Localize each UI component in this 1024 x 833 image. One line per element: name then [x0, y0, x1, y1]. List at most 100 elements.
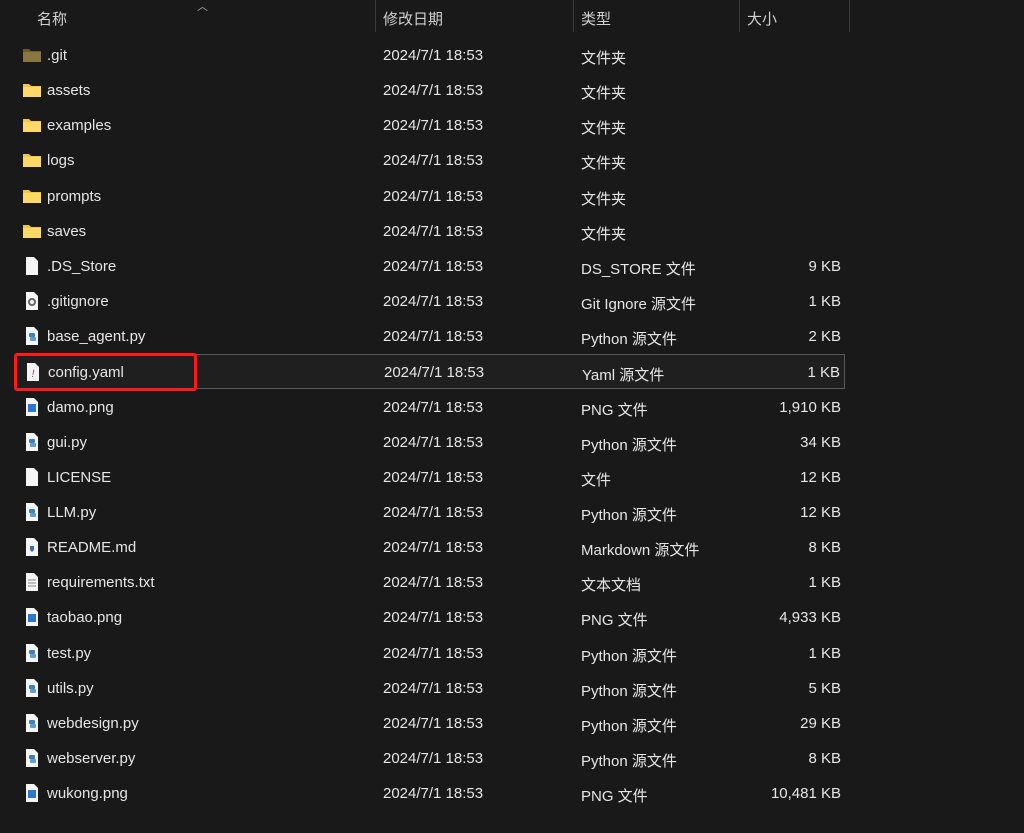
file-name: wukong.png	[47, 785, 128, 803]
file-row[interactable]: logs 2024/7/1 18:53 文件夹	[16, 143, 845, 178]
file-type: PNG 文件	[581, 788, 648, 806]
file-name: LLM.py	[47, 503, 97, 521]
file-date: 2024/7/1 18:53	[383, 117, 484, 135]
column-name[interactable]: 名称	[37, 8, 67, 29]
file-type: 文件夹	[581, 190, 627, 208]
file-row[interactable]: LLM.py 2024/7/1 18:53 Python 源文件 12 KB	[16, 495, 845, 530]
column-divider[interactable]	[739, 0, 740, 32]
file-type: Python 源文件	[581, 331, 677, 349]
file-date: 2024/7/1 18:53	[383, 433, 484, 451]
file-date: 2024/7/1 18:53	[383, 82, 484, 100]
file-row[interactable]: wukong.png 2024/7/1 18:53 PNG 文件 10,481 …	[16, 776, 845, 811]
file-row[interactable]: examples 2024/7/1 18:53 文件夹	[16, 108, 845, 143]
file-row[interactable]: .gitignore 2024/7/1 18:53 Git Ignore 源文件…	[16, 284, 845, 319]
file-row[interactable]: utils.py 2024/7/1 18:53 Python 源文件 5 KB	[16, 671, 845, 706]
file-type: 文件夹	[581, 225, 627, 243]
file-type: 文件夹	[581, 85, 627, 103]
file-row[interactable]: .DS_Store 2024/7/1 18:53 DS_STORE 文件 9 K…	[16, 249, 845, 284]
file-date: 2024/7/1 18:53	[383, 293, 484, 311]
file-date: 2024/7/1 18:53	[383, 574, 484, 592]
file-row[interactable]: webdesign.py 2024/7/1 18:53 Python 源文件 2…	[16, 706, 845, 741]
file-name: test.py	[47, 644, 92, 662]
file-size: 1 KB	[808, 644, 841, 662]
file-type: Python 源文件	[581, 753, 677, 770]
file-size: 29 KB	[800, 714, 841, 732]
file-date: 2024/7/1 18:53	[383, 328, 484, 346]
column-divider[interactable]	[573, 0, 574, 32]
file-name: utils.py	[47, 679, 94, 697]
file-name: webdesign.py	[47, 714, 139, 732]
file-type: 文本文档	[581, 577, 642, 595]
file-row[interactable]: gui.py 2024/7/1 18:53 Python 源文件 34 KB	[16, 425, 845, 460]
sort-ascending-icon: ︿	[197, 1, 208, 13]
folder-icon	[22, 187, 42, 205]
file-date: 2024/7/1 18:53	[383, 785, 484, 803]
file-date: 2024/7/1 18:53	[383, 468, 484, 486]
column-divider[interactable]	[849, 0, 850, 32]
file-row[interactable]: test.py 2024/7/1 18:53 Python 源文件 1 KB	[16, 636, 845, 671]
python-icon	[22, 643, 42, 662]
file-type: 文件夹	[581, 155, 627, 173]
file-size: 12 KB	[800, 503, 841, 521]
column-type[interactable]: 类型	[581, 8, 611, 29]
file-row[interactable]: taobao.png 2024/7/1 18:53 PNG 文件 4,933 K…	[16, 600, 845, 635]
git-folder-icon	[22, 46, 42, 64]
column-date[interactable]: 修改日期	[383, 8, 443, 29]
file-name: prompts	[47, 187, 102, 205]
python-icon	[22, 678, 42, 697]
file-row[interactable]: assets 2024/7/1 18:53 文件夹	[16, 73, 845, 108]
column-divider[interactable]	[375, 0, 376, 32]
column-header: ︿ 名称 修改日期 类型 大小	[0, 0, 1024, 34]
file-row[interactable]: webserver.py 2024/7/1 18:53 Python 源文件 8…	[16, 741, 845, 776]
file-type: 文件夹	[581, 120, 627, 138]
folder-icon	[22, 81, 42, 99]
file-row[interactable]: damo.png 2024/7/1 18:53 PNG 文件 1,910 KB	[16, 390, 845, 425]
file-date: 2024/7/1 18:53	[384, 364, 485, 382]
file-name: .gitignore	[47, 293, 109, 311]
folder-icon	[22, 222, 42, 240]
file-size: 2 KB	[808, 328, 841, 346]
file-type: Python 源文件	[581, 717, 677, 735]
file-size: 34 KB	[800, 433, 841, 451]
file-row[interactable]: README.md 2024/7/1 18:53 Markdown 源文件 8 …	[16, 530, 845, 565]
file-name: logs	[47, 152, 75, 170]
markdown-icon	[22, 538, 42, 557]
file-name: .git	[47, 47, 68, 64]
file-date: 2024/7/1 18:53	[383, 750, 484, 767]
file-date: 2024/7/1 18:53	[383, 222, 484, 240]
file-type: DS_STORE 文件	[581, 260, 696, 278]
file-name: requirements.txt	[47, 574, 155, 592]
file-row[interactable]: base_agent.py 2024/7/1 18:53 Python 源文件 …	[16, 319, 845, 354]
file-row[interactable]: requirements.txt 2024/7/1 18:53 文本文档 1 K…	[16, 565, 845, 600]
column-size[interactable]: 大小	[747, 8, 777, 29]
file-row[interactable]: saves 2024/7/1 18:53 文件夹	[16, 214, 845, 249]
file-size: 8 KB	[808, 539, 841, 557]
file-name: base_agent.py	[47, 328, 146, 346]
file-date: 2024/7/1 18:53	[383, 47, 484, 64]
file-date: 2024/7/1 18:53	[383, 679, 484, 697]
file-size: 1,910 KB	[779, 398, 841, 416]
file-row[interactable]: prompts 2024/7/1 18:53 文件夹	[16, 179, 845, 214]
file-date: 2024/7/1 18:53	[383, 609, 484, 627]
gear-file-icon	[22, 292, 42, 311]
file-type: 文件	[581, 471, 612, 489]
python-icon	[22, 327, 42, 346]
file-size: 1 KB	[808, 293, 841, 311]
file-type: Python 源文件	[581, 647, 677, 665]
image-icon	[22, 608, 42, 627]
file-date: 2024/7/1 18:53	[383, 503, 484, 521]
file-icon	[22, 256, 42, 275]
file-type: PNG 文件	[581, 401, 648, 419]
file-date: 2024/7/1 18:53	[383, 398, 484, 416]
file-size: 10,481 KB	[770, 785, 841, 803]
file-row[interactable]: LICENSE 2024/7/1 18:53 文件 12 KB	[16, 460, 845, 495]
file-row[interactable]: .git 2024/7/1 18:53 文件夹	[16, 38, 845, 73]
highlight-box	[14, 353, 197, 391]
file-type: PNG 文件	[581, 612, 648, 630]
file-name: damo.png	[47, 398, 114, 416]
file-size: 12 KB	[800, 468, 841, 486]
image-icon	[22, 784, 42, 803]
file-name: examples	[47, 117, 112, 135]
file-size: 9 KB	[808, 257, 841, 275]
file-size: 1 KB	[807, 364, 840, 382]
